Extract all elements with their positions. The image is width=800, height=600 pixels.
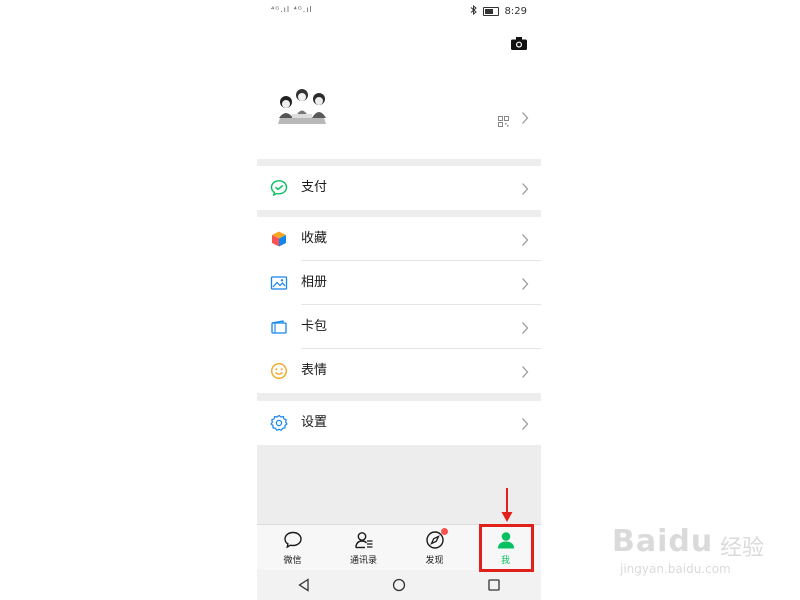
watermark-brand-cn: 经验 [720,536,765,561]
back-icon[interactable] [297,578,311,592]
chevron-right-icon [521,416,529,430]
wechat-pay-icon [270,179,288,197]
tools-section: 收藏 相册 卡包 表情 [257,217,541,393]
menu-item-label: 卡包 [301,319,328,334]
chevron-right-icon [521,364,529,378]
menu-item-album[interactable]: 相册 [257,261,541,305]
pay-section: 支付 [257,166,541,210]
menu-item-favorites[interactable]: 收藏 [257,217,541,261]
wallet-icon [270,318,288,336]
menu-item-label: 支付 [301,180,328,195]
chevron-right-icon [521,232,529,246]
status-bar: ⁴ᴳ.ıl ⁴ᴳ.ıl 8:29 [257,0,541,24]
watermark-url: jingyan.baidu.com [620,562,731,576]
tab-chats[interactable]: 微信 [257,525,328,571]
contacts-icon [354,532,372,549]
chevron-right-icon [521,320,529,334]
menu-item-cards[interactable]: 卡包 [257,305,541,349]
avatar[interactable] [274,84,330,130]
tab-label: 微信 [283,556,302,566]
battery-icon [482,7,499,16]
image-icon [270,274,288,292]
tab-label: 我 [500,556,510,566]
menu-item-label: 表情 [301,363,328,378]
notification-badge [440,528,448,535]
menu-item-label: 设置 [301,415,328,430]
menu-item-pay[interactable]: 支付 [257,166,541,210]
chevron-right-icon[interactable] [521,110,529,124]
chat-bubble-icon [283,531,302,549]
watermark-brand: Baidu [612,524,714,559]
menu-item-label: 收藏 [301,231,328,246]
menu-item-label: 相册 [301,275,328,290]
tab-discover[interactable]: 发现 [399,525,470,571]
settings-section: 设置 [257,401,541,445]
person-icon [497,532,514,549]
profile-header[interactable] [257,24,541,159]
qr-code-icon[interactable] [498,112,509,127]
tab-label: 通讯录 [349,556,377,566]
chevron-right-icon [521,276,529,290]
gear-icon [270,414,288,432]
home-icon[interactable] [392,578,406,592]
menu-item-settings[interactable]: 设置 [257,401,541,445]
smile-icon [270,362,288,380]
signal-indicator: ⁴ᴳ.ıl ⁴ᴳ.ıl [271,5,313,14]
recents-icon[interactable] [487,578,501,592]
bottom-tab-bar: 微信 通讯录 发现 我 [257,524,541,571]
system-nav-bar [257,570,541,600]
watermark: Baidu 经验 jingyan.baidu.com [608,510,788,590]
annotation-arrow [501,488,513,522]
tab-me[interactable]: 我 [470,525,541,571]
chevron-right-icon [521,181,529,195]
camera-icon[interactable] [511,35,527,50]
tab-label: 发现 [425,556,444,566]
bluetooth-icon [470,4,477,18]
clock: 8:29 [504,6,527,17]
cube-icon [270,230,288,248]
tab-contacts[interactable]: 通讯录 [328,525,399,571]
menu-item-stickers[interactable]: 表情 [257,349,541,393]
